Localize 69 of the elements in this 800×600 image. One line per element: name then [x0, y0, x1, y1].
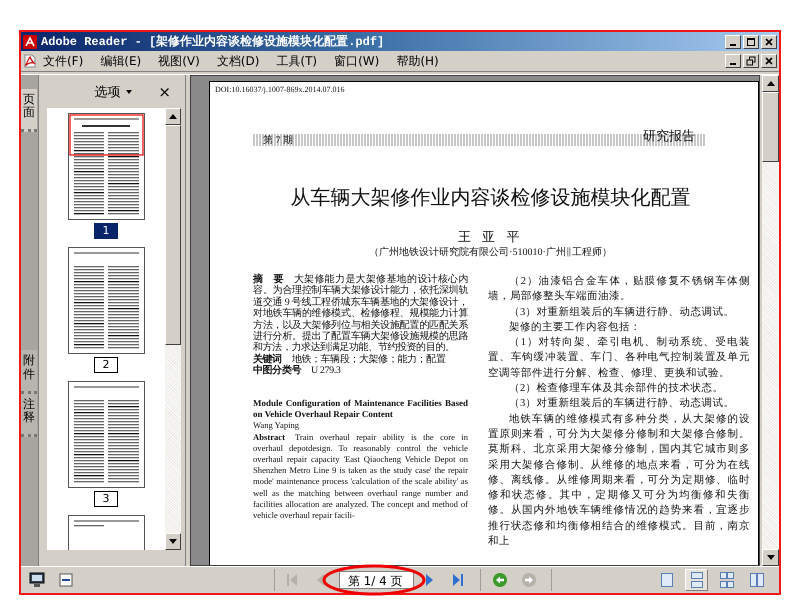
two-pages-icon — [748, 572, 765, 588]
page-number-label[interactable]: 3 — [94, 491, 118, 507]
abstract-paragraph: 摘 要 大架修能力是大架修基地的设计核心内容。为合理控制车辆大架修设计能力，依托深圳轨道交通 9 号线工程侨城东车辆基地的大架修设计，对地铁车辆的维修模式、检修修程、规模能力计算方法，以及大架修列位与相关设施配置的匹配关系进行分析。提出了配置车辆大架修设施规模的思路和方法，力求达到满足功能、节约投资的目的。 — [253, 274, 468, 354]
side-tab[interactable]: 页面 — [21, 89, 37, 132]
section-label: 研究报告 — [643, 127, 695, 145]
continuous-pages-icon — [688, 572, 705, 588]
scrollbar[interactable] — [762, 75, 779, 566]
body-paragraph: （2）检查修理车体及其余部件的技术状态。 — [508, 381, 724, 396]
author-affiliation: （广州地铁设计研究院有限公司·510010·广州∥工程师） — [368, 246, 613, 260]
close-icon — [764, 36, 774, 46]
body-paragraph: （1）对转向架、牵引电机、制动系统、受电装置、车钩缓冲装置、车门、各种电气控制装置及单元空调等部件进行分解、检查、修理、更换和试验。 — [488, 335, 750, 381]
close-button[interactable]: × — [156, 82, 173, 100]
menu-item[interactable]: 视图(V) — [158, 52, 200, 70]
down-arrow-icon — [766, 555, 774, 560]
grid-pages-icon — [718, 572, 735, 588]
maximize-icon — [746, 36, 756, 46]
abstract-paragraph: 中图分类号 U 279.3 — [253, 365, 342, 377]
menu-item[interactable]: 文件(F) — [43, 52, 84, 70]
restore-icon — [746, 56, 756, 66]
restore-button[interactable] — [743, 54, 759, 68]
abstract-paragraph: Abstract Train overhaul repair ability is the core in overhaul depotdesign. To reasonably control the vehicle overhaul repair capacity 'East Qiaocheng Vehicle Depot on Shenzhen Metro Line 9 is taken as the study case' the repair mode' maintenance process 'calculation of the scale ability' as well as the matching between overhaul range number and facilities allocation are analyzed. The concept and method of vehicle overhaul repair facili- — [253, 432, 468, 522]
body-paragraph: （3）对重新组装后的车辆进行静、动态调试。 — [508, 396, 736, 412]
options-button[interactable]: 选项 — [94, 82, 132, 100]
minimize-icon — [730, 44, 736, 46]
body-paragraph: （2）油漆铝合金车体，贴膜修复不锈钢车体侧墙，局部修整头车端面油漆。 — [488, 274, 750, 304]
minimize-button[interactable] — [725, 34, 741, 48]
body-paragraph: 地铁车辆的维修模式有多种分类，从大架修的设置原则来看，可分为大架修分修制和大架修合修制。莫斯科、北京采用大架修分修制，国内其它城市则多采用大架修合修制。从维修的地点来看，可分为在线修、离线修。从维修周期来看，可分为定期修、临时修和状态修。其中，定期修又可分为均衡修和失衡修。从国内外地铁车辆维修情况的趋势来看，宜逐步推行状态修和均衡修相结合的维修模式。目前，南京和上 — [488, 412, 750, 550]
scroll-thumb[interactable] — [762, 92, 779, 162]
scrollbar[interactable] — [165, 108, 181, 550]
up-arrow-icon — [169, 114, 177, 119]
menu-item[interactable]: 工具(T) — [276, 52, 318, 70]
menu-item[interactable]: 窗口(W) — [334, 52, 380, 70]
menu-item[interactable]: 编辑(E) — [100, 52, 142, 70]
close-button[interactable] — [761, 54, 777, 68]
page-number-label[interactable]: 2 — [94, 357, 118, 373]
monitor-icon — [28, 572, 44, 588]
up-arrow-icon — [766, 81, 774, 86]
page-thumbnail[interactable] — [68, 381, 144, 488]
app-icon — [23, 34, 37, 48]
side-tab[interactable]: 附件 — [21, 350, 37, 394]
close-button[interactable] — [761, 34, 777, 48]
page-thumbnail[interactable] — [68, 247, 144, 354]
page-number-field[interactable]: 第 1/ 4 页 — [338, 571, 414, 589]
doi-text: DOI:10.16037/j.1007-869x.2014.07.016 — [215, 84, 346, 96]
article-title: 从车辆大架修作业内容谈检修设施模块化配置 — [290, 184, 692, 210]
body-paragraph: （3）对重新组装后的车辆进行静、动态调试。 — [508, 305, 736, 320]
document-icon — [23, 54, 37, 68]
menu-item[interactable]: 帮助(H) — [396, 52, 439, 70]
close-icon — [764, 56, 774, 66]
page-thumbnail[interactable] — [68, 113, 144, 220]
body-paragraph: 架修的主要工作内容包括： — [508, 320, 642, 335]
english-author: Wang Yaping — [253, 420, 300, 432]
issue-label: 第 7 期 — [263, 134, 293, 147]
minimize-icon — [730, 63, 736, 65]
single-page-icon — [658, 572, 675, 588]
window-title: Adobe Reader - [架修作业内容谈检修设施模块化配置.pdf] — [41, 34, 384, 50]
page-number-label[interactable]: 1 — [94, 223, 118, 239]
author-name: 王 亚 平 — [456, 228, 524, 246]
minimize-button[interactable] — [725, 54, 741, 68]
maximize-button[interactable] — [743, 34, 759, 48]
scroll-thumb[interactable] — [165, 125, 181, 345]
abstract-paragraph: 关键词 地铁；车辆段；大架修；能力；配置 — [253, 354, 446, 365]
view-mode-button[interactable] — [685, 569, 708, 591]
caret-icon — [126, 90, 132, 94]
window-icon — [58, 572, 74, 588]
side-tab[interactable]: 注释 — [21, 394, 37, 438]
menu-item[interactable]: 文档(D) — [216, 52, 260, 70]
down-arrow-icon — [169, 539, 177, 544]
english-title: Module Configuration of Maintenance Facilities Based on Vehicle Overhaul Repair Content — [253, 398, 468, 420]
